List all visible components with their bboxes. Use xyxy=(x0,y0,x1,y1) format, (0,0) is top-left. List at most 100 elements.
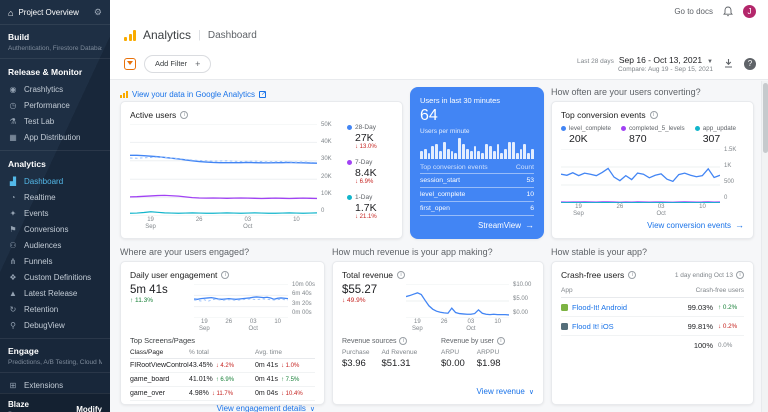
crashlytics-icon: ◉ xyxy=(8,85,18,94)
sidebar-item-extensions[interactable]: ⊞Extensions xyxy=(0,377,110,393)
plus-icon: + xyxy=(195,59,200,69)
view-engagement-details-link[interactable]: View engagement details∨ xyxy=(130,404,315,412)
revenue-card: Total revenue $55.27 ↓ 49.9% xyxy=(332,261,544,405)
info-icon[interactable] xyxy=(650,111,658,119)
sidebar-item-debugview[interactable]: ⚲DebugView xyxy=(0,317,110,333)
info-icon[interactable] xyxy=(497,337,505,345)
info-icon[interactable] xyxy=(628,271,636,279)
sidebar-item-latest-release[interactable]: ▲Latest Release xyxy=(0,285,110,301)
help-icon[interactable]: ? xyxy=(744,58,756,70)
scrollbar[interactable] xyxy=(761,81,768,412)
sidebar-item-conversions[interactable]: ⚑Conversions xyxy=(0,221,110,237)
engagement-chart xyxy=(194,284,288,318)
sidebar-item-retention[interactable]: ↻Retention xyxy=(0,301,110,317)
legend-dot xyxy=(561,126,566,131)
date-range-picker[interactable]: Last 28 days Sep 16 - Oct 13, 2021 ▼ Com… xyxy=(577,55,713,73)
table-row[interactable]: game_board 41.01%↑ 6.9% 0m 41s↑ 7.5% xyxy=(130,373,315,387)
realtime-users-card: Users in last 30 minutes 64 Users per mi… xyxy=(410,87,544,239)
table-row[interactable]: session_start53 xyxy=(420,174,534,188)
audiences-icon: ⚇ xyxy=(8,241,18,250)
analytics-logo-icon xyxy=(124,30,136,41)
table-row[interactable]: game_over 4.98%↓ 11.7% 0m 04s↓ 10.4% xyxy=(130,387,315,401)
table-row[interactable]: level_complete10 xyxy=(420,188,534,202)
events-icon: ✦ xyxy=(8,209,18,218)
engagement-card: Daily user engagement 5m 41s ↑ 11.3% xyxy=(120,261,325,405)
arrow-right-icon: → xyxy=(735,220,744,230)
info-icon[interactable] xyxy=(399,337,407,345)
info-icon[interactable] xyxy=(180,111,188,119)
engage-subtitle: Predictions, A/B Testing, Cloud M... xyxy=(8,359,102,366)
settings-gear-icon[interactable]: ⚙ xyxy=(94,7,102,18)
divider xyxy=(0,372,110,373)
active-users-yaxis: 50K40K30K20K10K0 xyxy=(317,124,341,230)
active-users-chart xyxy=(130,124,317,216)
android-icon xyxy=(561,304,568,311)
ios-icon xyxy=(561,323,568,330)
retention-icon: ↻ xyxy=(8,305,18,314)
topbar: Go to docs J xyxy=(110,0,768,22)
arrow-right-icon: → xyxy=(525,220,534,230)
revenue-breakdown: Revenue sources Purchase$3.96 Ad Revenue… xyxy=(342,337,534,369)
sidebar-item-custom-definitions[interactable]: ❖Custom Definitions xyxy=(0,269,110,285)
latest-release-icon: ▲ xyxy=(8,289,18,298)
sidebar-item-performance[interactable]: ◷Performance xyxy=(0,97,110,113)
sidebar-item-funnels[interactable]: ⋔Funnels xyxy=(0,253,110,269)
analytics-title: Analytics xyxy=(0,151,110,173)
table-row: 100% 0.0% xyxy=(561,336,744,354)
funnels-icon: ⋔ xyxy=(8,257,18,266)
info-icon[interactable] xyxy=(736,271,744,279)
sidebar-item-realtime[interactable]: ◔Realtime xyxy=(0,189,110,205)
sidebar-item-dashboard[interactable]: ▟Dashboard xyxy=(0,173,110,189)
scrollbar-thumb[interactable] xyxy=(763,83,768,153)
info-icon[interactable] xyxy=(221,271,229,279)
sidebar-section-engage[interactable]: Engage Predictions, A/B Testing, Cloud M… xyxy=(0,339,110,372)
view-revenue-link[interactable]: View revenue∨ xyxy=(342,387,534,396)
view-in-google-analytics-link[interactable]: View your data in Google Analytics xyxy=(120,87,403,101)
crash-free-users-card: Crash-free users 1 day ending Oct 13 App… xyxy=(551,261,754,405)
notifications-bell-icon[interactable] xyxy=(723,6,733,17)
divider: | xyxy=(198,29,201,41)
breadcrumb-page: Dashboard xyxy=(208,30,257,41)
conversions-xaxis: 19Sep2603Oct10 xyxy=(561,203,720,217)
dashboard-icon: ▟ xyxy=(8,177,18,186)
top-screens-title: Top Screens/Pages xyxy=(130,336,315,345)
crash-free-title: Crash-free users xyxy=(561,270,624,280)
compare-range-label: Compare: Aug 19 - Sep 15, 2021 xyxy=(577,66,713,73)
section-title-revenue: How much revenue is your app making? xyxy=(332,247,544,261)
custom-definitions-icon: ❖ xyxy=(8,273,18,282)
project-overview-link[interactable]: Project Overview xyxy=(18,8,88,17)
sidebar-section-build[interactable]: Build Authentication, Firestore Databas.… xyxy=(0,25,110,58)
filter-history-icon[interactable] xyxy=(124,58,136,70)
section-title-stable: How stable is your app? xyxy=(551,247,754,261)
engagement-yaxis: 10m 00s6m 40s3m 20s0m 00s xyxy=(288,284,315,332)
product-name: Analytics xyxy=(143,28,191,42)
streamview-link[interactable]: StreamView→ xyxy=(420,220,534,230)
modify-plan-button[interactable]: Modify xyxy=(76,405,102,412)
realtime-value: 64 xyxy=(420,107,534,125)
conversions-icon: ⚑ xyxy=(8,225,18,234)
go-to-docs-link[interactable]: Go to docs xyxy=(674,7,713,16)
ios-app-link[interactable]: Flood It! iOS xyxy=(561,322,688,331)
download-icon[interactable] xyxy=(723,58,734,69)
sidebar-item-test-lab[interactable]: ⚗Test Lab xyxy=(0,113,110,129)
filter-bar: Add Filter + Last 28 days Sep 16 - Oct 1… xyxy=(110,48,768,80)
realtime-events-table: Top conversion events Count session_star… xyxy=(420,164,534,216)
table-row[interactable]: FIRootViewController 43.45%↓ 4.2% 0m 41s… xyxy=(130,359,315,373)
sidebar-item-crashlytics[interactable]: ◉Crashlytics xyxy=(0,81,110,97)
android-app-link[interactable]: Flood-It! Android xyxy=(561,303,688,312)
release-monitor-title: Release & Monitor xyxy=(0,59,110,81)
dashboard-content: View your data in Google Analytics Activ… xyxy=(110,80,768,412)
sidebar-item-audiences[interactable]: ⚇Audiences xyxy=(0,237,110,253)
debugview-icon: ⚲ xyxy=(8,321,18,330)
conversion-events-card: Top conversion events level_complete 20K… xyxy=(551,101,754,239)
active-users-title: Active users xyxy=(130,110,176,120)
user-avatar[interactable]: J xyxy=(743,5,756,18)
add-filter-button[interactable]: Add Filter + xyxy=(144,55,211,73)
sidebar-item-events[interactable]: ✦Events xyxy=(0,205,110,221)
info-icon[interactable] xyxy=(397,271,405,279)
top-screens-table: Class/Page % total Avg. time FIRootViewC… xyxy=(130,347,315,401)
legend-dot-1day xyxy=(347,195,352,200)
sidebar-item-app-distribution[interactable]: ▦App Distribution xyxy=(0,129,110,145)
table-row[interactable]: first_open6 xyxy=(420,202,534,216)
view-conversion-events-link[interactable]: View conversion events→ xyxy=(561,220,744,230)
